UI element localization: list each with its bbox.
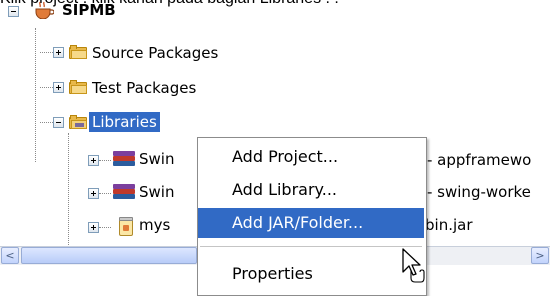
tree-line — [99, 160, 111, 161]
menu-item-label: Properties — [232, 264, 313, 283]
tree-node-library-suffix: - swing-worke — [427, 183, 531, 201]
tree-node-jar-suffix: bin.jar — [425, 216, 473, 234]
menu-item-add-project[interactable]: Add Project... — [198, 142, 424, 172]
tree-line — [68, 133, 69, 245]
menu-item-label: Add Library... — [232, 180, 337, 199]
books-icon — [113, 183, 135, 201]
tree-node-library-suffix: - appframewo — [427, 151, 532, 169]
folder-icon — [69, 45, 87, 59]
tree-node-test-packages[interactable]: Test Packages — [92, 79, 196, 97]
menu-item-add-library[interactable]: Add Library... — [198, 175, 424, 205]
books-icon — [113, 150, 135, 168]
collapse-toggle[interactable] — [53, 117, 64, 128]
expand-toggle[interactable] — [53, 82, 64, 93]
scrollbar-thumb[interactable] — [21, 247, 197, 264]
hand-pointer-cursor-icon — [402, 248, 425, 283]
expand-toggle[interactable] — [88, 222, 99, 233]
library-folder-icon — [69, 115, 87, 129]
scroll-left-button[interactable]: < — [1, 247, 19, 264]
menu-item-properties[interactable]: Properties — [198, 259, 424, 289]
menu-item-add-jar-folder[interactable]: Add JAR/Folder... — [198, 208, 424, 238]
tree-node-source-packages[interactable]: Source Packages — [92, 44, 218, 62]
tree-line — [40, 87, 53, 88]
expand-toggle[interactable] — [88, 155, 99, 166]
chevron-left-icon: < — [5, 249, 15, 262]
tree-node-libraries[interactable]: Libraries — [89, 112, 160, 132]
expand-toggle[interactable] — [88, 188, 99, 199]
menu-item-label: Add JAR/Folder... — [232, 213, 364, 232]
scroll-right-button[interactable]: > — [531, 247, 549, 264]
menu-item-label: Add Project... — [232, 147, 339, 166]
tree-line — [99, 193, 111, 194]
context-menu: Add Project... Add Library... Add JAR/Fo… — [197, 137, 427, 296]
collapse-toggle[interactable] — [8, 6, 19, 17]
tree-node-jar[interactable]: mys — [139, 216, 170, 234]
tree-line — [35, 28, 36, 162]
tree-node-library[interactable]: Swin — [139, 150, 174, 168]
expand-toggle[interactable] — [53, 47, 64, 58]
coffee-cup-icon — [35, 1, 54, 19]
jar-icon — [119, 217, 133, 236]
folder-icon — [69, 80, 87, 94]
chevron-right-icon: > — [535, 249, 545, 262]
project-node-label[interactable]: SIPMB — [62, 1, 116, 19]
tree-line — [40, 52, 53, 53]
tree-node-library[interactable]: Swin — [139, 183, 174, 201]
tree-line — [40, 122, 53, 123]
menu-separator — [200, 246, 422, 247]
tree-line — [99, 227, 111, 228]
